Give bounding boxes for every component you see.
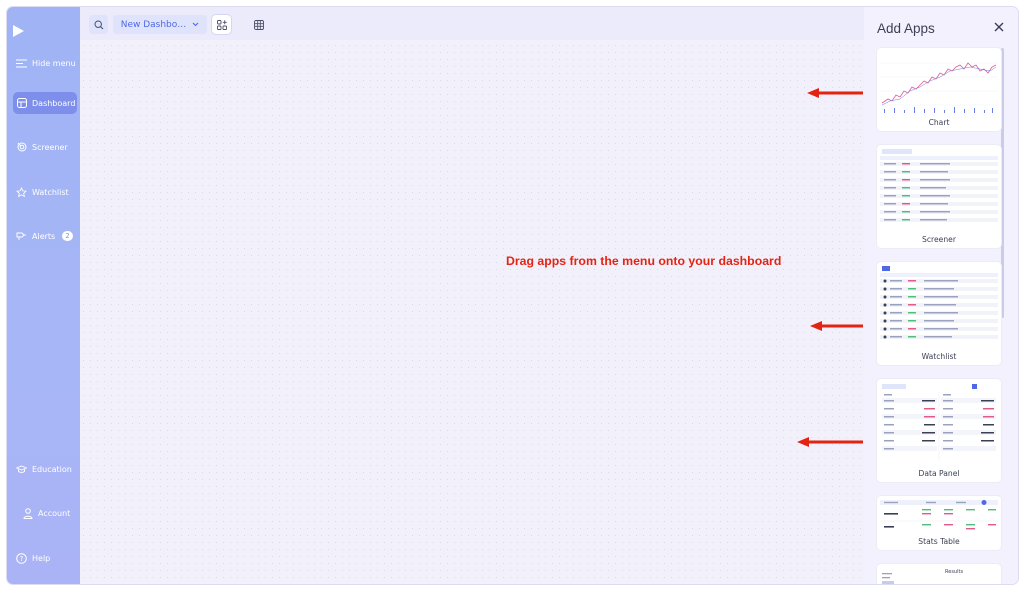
dashboard-name: New Dashbo…	[120, 19, 187, 30]
sidebar-item-label: Screener	[32, 142, 68, 152]
screener-thumbnail	[880, 148, 998, 229]
grid-layout-icon	[254, 15, 264, 34]
sidebar-item-watchlist[interactable]: Watchlist	[13, 181, 77, 203]
layout-grid-button[interactable]	[251, 15, 267, 34]
dashboard-canvas[interactable]: New Dashbo… Drag apps from the menu onto…	[80, 7, 864, 584]
sidebar-item-education[interactable]: Education	[13, 458, 77, 480]
search-icon	[93, 15, 104, 34]
sidebar-item-dashboard[interactable]: Dashboard	[13, 92, 77, 114]
stats-table-thumbnail	[880, 499, 998, 533]
sidebar-item-alerts[interactable]: Alerts 2	[13, 225, 77, 247]
sidebar-item-help[interactable]: ? Help	[13, 547, 77, 569]
sidebar-item-screener[interactable]: Screener	[13, 136, 77, 158]
dashboard-select[interactable]: New Dashbo…	[113, 15, 207, 34]
sidebar-item-label: Account	[38, 508, 71, 518]
app-card-watchlist[interactable]: Watchlist	[877, 262, 1001, 365]
sidebar-item-account[interactable]: Account	[13, 502, 77, 524]
app-card-label: Watchlist	[921, 352, 957, 361]
app-card-label: Stats Table	[918, 537, 960, 546]
app-card-screener[interactable]: Screener	[877, 145, 1001, 248]
star-icon	[16, 186, 27, 198]
hide-menu-label: Hide menu	[32, 58, 76, 68]
user-icon	[22, 507, 33, 519]
app-card-chart[interactable]: Chart	[877, 48, 1001, 131]
add-apps-button[interactable]	[212, 15, 231, 34]
app-card-stats-table[interactable]: Stats Table	[877, 496, 1001, 550]
sidebar-item-label: Dashboard	[32, 98, 76, 108]
sidebar-item-label: Education	[32, 464, 72, 474]
app-card-label: Data Panel	[918, 469, 960, 478]
dashboard-icon	[16, 98, 27, 109]
panel-scrollbar[interactable]	[1001, 48, 1004, 318]
partial-card-title: Results	[945, 569, 964, 575]
chart-thumbnail	[880, 51, 998, 114]
hide-menu-button[interactable]: Hide menu	[13, 52, 77, 74]
data-panel-thumbnail	[880, 382, 998, 462]
alert-icon	[16, 231, 27, 242]
app-window: Hide menu Dashboard Screener Watchlist A	[7, 7, 1018, 584]
partial-card-thumbnail	[880, 567, 998, 584]
drag-hint-text: Drag apps from the menu onto your dashbo…	[506, 254, 782, 268]
watchlist-thumbnail	[880, 265, 998, 345]
add-apps-panel: Add Apps Chart Screener Watchlist Data P…	[864, 7, 1018, 584]
top-toolbar: New Dashbo…	[80, 7, 864, 40]
sidebar-item-label: Watchlist	[32, 187, 69, 197]
sidebar-item-label: Alerts	[32, 231, 56, 241]
panel-title: Add Apps	[877, 21, 935, 36]
graduation-cap-icon	[16, 464, 27, 475]
help-icon: ?	[16, 552, 27, 564]
alerts-count-badge: 2	[62, 231, 73, 241]
app-card-partial[interactable]: Results	[877, 564, 1001, 584]
search-button[interactable]	[89, 15, 108, 34]
sidebar: Hide menu Dashboard Screener Watchlist A	[7, 7, 80, 584]
arrow-left-icon	[797, 437, 863, 447]
svg-text:?: ?	[20, 555, 24, 563]
app-card-label: Screener	[922, 235, 956, 244]
close-icon[interactable]	[993, 21, 1005, 33]
app-card-label: Chart	[928, 118, 950, 127]
app-card-data-panel[interactable]: Data Panel	[877, 379, 1001, 482]
sidebar-item-label: Help	[32, 553, 51, 563]
arrow-left-icon	[810, 321, 863, 331]
chevron-down-icon	[192, 20, 199, 30]
arrow-left-icon	[807, 88, 863, 98]
menu-lines-icon	[16, 58, 27, 69]
apps-icon	[216, 15, 227, 34]
screener-icon	[16, 142, 27, 153]
logo-icon[interactable]	[13, 25, 24, 37]
